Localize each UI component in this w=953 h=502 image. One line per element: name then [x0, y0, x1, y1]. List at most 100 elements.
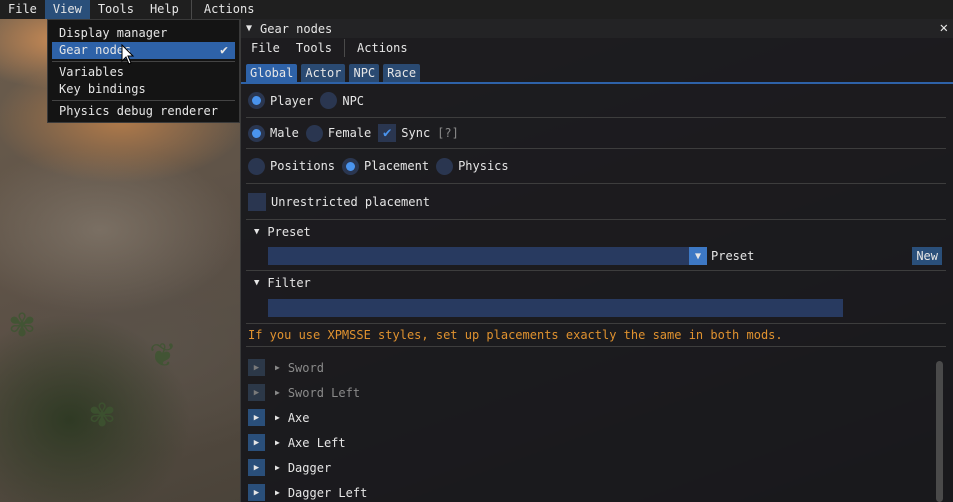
menu-divider: [52, 100, 235, 101]
target-row: Player NPC: [241, 84, 953, 117]
window-menubar: File Tools Actions: [241, 38, 953, 58]
menu-help[interactable]: Help: [142, 0, 187, 19]
collapse-triangle-icon[interactable]: ▼: [246, 23, 252, 34]
window-title: Gear nodes: [260, 21, 333, 36]
preset-header[interactable]: ▼ Preset: [241, 222, 953, 242]
preset-header-label: Preset: [267, 225, 311, 239]
npc-radio[interactable]: [320, 92, 338, 109]
positions-label: Positions: [270, 159, 336, 173]
menu-item-physics-debug-renderer[interactable]: Physics debug renderer: [52, 103, 235, 120]
unrestricted-checkbox[interactable]: [248, 192, 266, 211]
menu-item-key-bindings[interactable]: Key bindings: [52, 81, 235, 98]
collapse-triangle-icon: ▼: [254, 227, 260, 237]
list-item[interactable]: ▶ ▶ Axe: [241, 405, 953, 430]
play-icon[interactable]: ▶: [248, 434, 265, 451]
mouse-cursor-icon: [121, 44, 135, 65]
menu-item-variables[interactable]: Variables: [52, 64, 235, 81]
expand-triangle-icon: ▶: [275, 463, 280, 472]
expand-triangle-icon: ▶: [275, 363, 280, 372]
menu-item-gear-nodes[interactable]: Gear nodes ✔: [52, 42, 235, 59]
placement-label: Placement: [364, 159, 430, 173]
tab-global[interactable]: Global: [246, 64, 298, 82]
menu-item-label: Variables: [59, 65, 125, 79]
play-icon[interactable]: ▶: [248, 384, 265, 401]
sync-checkbox[interactable]: ✔: [378, 124, 397, 142]
mode-row: Positions Placement Physics: [241, 149, 953, 183]
filter-header[interactable]: ▼ Filter: [241, 273, 953, 293]
window-titlebar[interactable]: ▼ Gear nodes ✕: [241, 19, 953, 38]
menu-separator: [344, 39, 346, 57]
preset-combo[interactable]: ▼: [268, 247, 707, 265]
checkmark-icon: ✔: [383, 125, 392, 141]
female-radio[interactable]: [305, 124, 323, 142]
menu-separator: [190, 0, 192, 19]
preset-combo-label: Preset: [711, 249, 755, 263]
menu-tools[interactable]: Tools: [90, 0, 142, 19]
window-menu-actions[interactable]: Actions: [349, 41, 416, 55]
list-item[interactable]: ▶ ▶ Sword Left: [241, 380, 953, 405]
separator: [246, 270, 946, 271]
menu-actions[interactable]: Actions: [196, 0, 263, 19]
expand-triangle-icon: ▶: [275, 388, 280, 397]
plant-icon: ✾: [90, 390, 115, 436]
list-item[interactable]: ▶ ▶ Dagger: [241, 455, 953, 480]
sync-label: Sync: [401, 126, 431, 140]
main-menubar: File View Tools Help Actions: [0, 0, 953, 19]
list-item[interactable]: ▶ ▶ Dagger Left: [241, 480, 953, 502]
menu-item-label: Physics debug renderer: [59, 104, 218, 118]
new-preset-button[interactable]: New: [912, 247, 942, 265]
play-icon[interactable]: ▶: [248, 459, 265, 476]
tab-bar: Global Actor NPC Race: [241, 64, 953, 82]
tab-race[interactable]: Race: [383, 64, 421, 82]
npc-label: NPC: [342, 93, 365, 108]
node-name: Dagger: [287, 460, 332, 475]
expand-triangle-icon: ▶: [275, 438, 280, 447]
sex-row: Male Female ✔ Sync [?]: [241, 118, 953, 148]
unrestricted-label: Unrestricted placement: [271, 194, 430, 209]
menu-view[interactable]: View: [44, 0, 90, 19]
menu-item-display-manager[interactable]: Display manager: [52, 25, 235, 42]
positions-radio[interactable]: [248, 157, 265, 175]
window-menu-tools[interactable]: Tools: [288, 41, 340, 55]
collapse-triangle-icon: ▼: [254, 278, 260, 288]
male-radio[interactable]: [248, 124, 265, 142]
menu-divider: [52, 61, 235, 62]
filter-header-label: Filter: [267, 276, 311, 290]
tab-npc[interactable]: NPC: [349, 64, 380, 82]
plant-icon: ❦: [150, 330, 175, 376]
placement-radio[interactable]: [342, 157, 360, 175]
sync-help[interactable]: [?]: [437, 126, 459, 140]
preset-row: ▼ Preset New: [241, 242, 953, 270]
xpmsse-warning: If you use XPMSSE styles, set up placeme…: [248, 328, 783, 342]
filter-row: [241, 293, 953, 323]
node-name: Dagger Left: [287, 485, 368, 500]
play-icon[interactable]: ▶: [248, 359, 265, 376]
male-label: Male: [270, 126, 299, 140]
player-radio[interactable]: [248, 92, 265, 109]
view-menu-dropdown: Display manager Gear nodes ✔ Variables K…: [47, 19, 240, 123]
menu-file[interactable]: File: [0, 0, 45, 19]
gear-nodes-window: ▼ Gear nodes ✕ File Tools Actions Global…: [240, 19, 953, 502]
menu-item-label: Key bindings: [59, 82, 146, 96]
physics-radio[interactable]: [436, 157, 454, 175]
play-icon[interactable]: ▶: [248, 409, 265, 426]
node-name: Axe Left: [287, 435, 346, 450]
dropdown-arrow-icon[interactable]: ▼: [689, 247, 707, 265]
menu-item-label: Display manager: [59, 26, 168, 40]
physics-label: Physics: [458, 159, 509, 173]
gear-node-list: ▶ ▶ Sword ▶ ▶ Sword Left ▶ ▶ Axe ▶ ▶ Axe…: [241, 355, 953, 502]
list-scrollbar[interactable]: [936, 361, 943, 502]
separator: [246, 346, 946, 347]
expand-triangle-icon: ▶: [275, 488, 280, 497]
player-label: Player: [270, 93, 314, 108]
window-menu-file[interactable]: File: [243, 41, 288, 55]
tab-actor[interactable]: Actor: [301, 64, 346, 82]
unrestricted-row: Unrestricted placement: [241, 184, 953, 219]
list-item[interactable]: ▶ ▶ Axe Left: [241, 430, 953, 455]
list-item[interactable]: ▶ ▶ Sword: [241, 355, 953, 380]
expand-triangle-icon: ▶: [275, 413, 280, 422]
close-icon[interactable]: ✕: [940, 20, 948, 36]
node-name: Sword Left: [287, 385, 361, 400]
play-icon[interactable]: ▶: [248, 484, 265, 501]
filter-input[interactable]: [268, 299, 843, 317]
